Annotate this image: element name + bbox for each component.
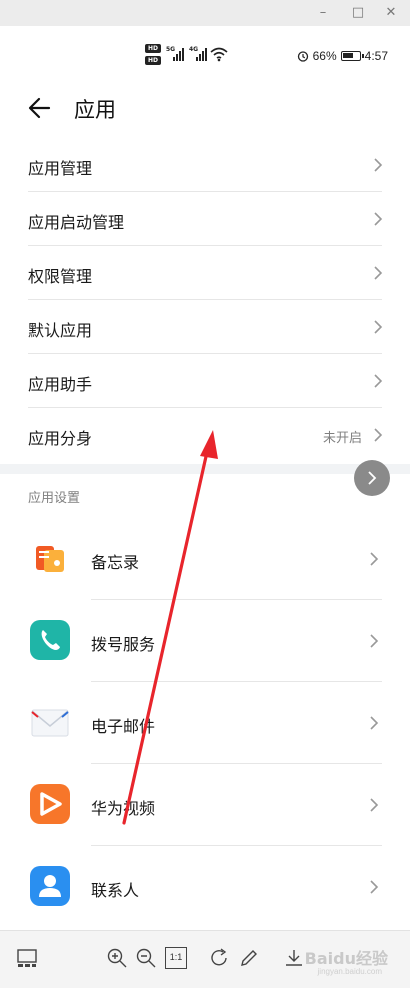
chevron-right-icon	[370, 716, 379, 730]
window-title-bar: – □ ✕	[0, 0, 410, 26]
signal-icon	[196, 48, 207, 61]
battery-percent: 66%	[312, 49, 337, 63]
app-item-label: 华为视频	[91, 799, 156, 818]
chevron-right-icon	[374, 320, 383, 334]
phone-icon	[30, 620, 70, 660]
back-arrow-icon[interactable]	[26, 94, 54, 122]
download-icon[interactable]	[283, 947, 305, 969]
app-item-label: 电子邮件	[91, 717, 156, 736]
zoom-in-icon[interactable]	[106, 947, 128, 969]
menu-item-app-launch[interactable]: 应用启动管理	[28, 192, 383, 246]
signal-icon	[173, 48, 184, 61]
chevron-right-icon	[374, 212, 383, 226]
menu-item-label: 应用助手	[28, 375, 93, 394]
notepad-icon	[30, 538, 70, 578]
menu-item-label: 默认应用	[28, 321, 93, 340]
minimize-button[interactable]: –	[314, 4, 332, 22]
menu-item-app-twin[interactable]: 应用分身 未开启	[28, 408, 383, 462]
chevron-right-icon	[370, 552, 379, 566]
floating-next-button[interactable]	[354, 460, 390, 496]
app-twin-status: 未开启	[322, 431, 362, 446]
wifi-icon	[210, 47, 228, 62]
chevron-right-icon	[370, 798, 379, 812]
menu-item-default-apps[interactable]: 默认应用	[28, 300, 383, 354]
zoom-out-icon[interactable]	[135, 947, 157, 969]
rotate-icon[interactable]	[208, 947, 230, 969]
page-header: 应用	[0, 80, 410, 136]
chevron-right-icon	[374, 158, 383, 172]
chevron-right-icon	[374, 266, 383, 280]
menu-item-app-management[interactable]: 应用管理	[28, 138, 383, 192]
menu-item-label: 应用启动管理	[28, 213, 125, 232]
thumbnail-icon[interactable]	[16, 947, 38, 969]
menu-item-permissions[interactable]: 权限管理	[28, 246, 383, 300]
app-item-dialer[interactable]: 拨号服务	[0, 600, 410, 682]
chevron-right-icon	[374, 374, 383, 388]
baidu-watermark: Baidu经验	[304, 949, 388, 968]
status-bar: HD HD 5G 4G 66% 4:57	[0, 40, 410, 70]
app-item-email[interactable]: 电子邮件	[0, 682, 410, 764]
chevron-right-icon	[370, 880, 379, 894]
menu-item-label: 应用分身	[28, 429, 93, 448]
close-button[interactable]: ✕	[382, 4, 400, 22]
viewer-toolbar: 1:1 Baidu经验 jingyan.baidu.com	[0, 930, 410, 988]
menu-item-label: 应用管理	[28, 159, 93, 178]
contacts-icon	[30, 866, 70, 906]
hd-badges: HD HD	[145, 44, 163, 68]
actual-size-button[interactable]: 1:1	[165, 947, 187, 969]
menu-item-label: 权限管理	[28, 267, 93, 286]
menu-item-app-assistant[interactable]: 应用助手	[28, 354, 383, 408]
section-gap	[0, 464, 410, 474]
email-icon	[30, 702, 70, 742]
app-item-huawei-video[interactable]: 华为视频	[0, 764, 410, 846]
baidu-watermark-url: jingyan.baidu.com	[317, 967, 382, 976]
app-settings-list: 备忘录 拨号服务 电子邮件 华为视频 联系人	[0, 518, 410, 928]
video-icon	[30, 784, 70, 824]
settings-list: 应用管理 应用启动管理 权限管理 默认应用 应用助手 应用分身 未开启	[0, 138, 410, 462]
app-item-label: 备忘录	[91, 553, 140, 572]
chevron-right-icon	[374, 428, 383, 442]
alarm-icon	[297, 51, 308, 62]
hd-icon: HD	[145, 56, 161, 65]
chevron-right-icon	[368, 471, 377, 485]
chevron-right-icon	[370, 634, 379, 648]
battery-icon	[340, 51, 364, 61]
app-item-label: 拨号服务	[91, 635, 156, 654]
hd-icon: HD	[145, 44, 161, 53]
app-item-label: 联系人	[91, 881, 140, 900]
app-item-contacts[interactable]: 联系人	[0, 846, 410, 928]
clock: 4:57	[364, 49, 388, 63]
edit-pencil-icon[interactable]	[238, 947, 260, 969]
app-item-notepad[interactable]: 备忘录	[0, 518, 410, 600]
section-title-app-settings: 应用设置	[28, 491, 81, 506]
status-right-group: 66% 4:57	[297, 48, 388, 64]
maximize-button[interactable]: □	[349, 4, 367, 22]
page-title: 应用	[74, 98, 116, 122]
